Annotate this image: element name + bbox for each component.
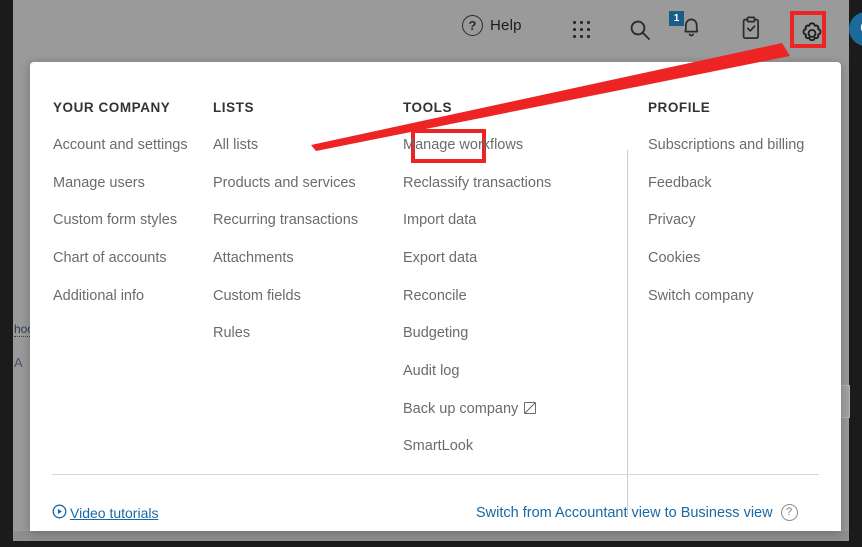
menu-column-your-company: YOUR COMPANY Account and settings Manage… (30, 62, 213, 474)
apps-grid-icon[interactable] (573, 21, 597, 39)
menu-item-budgeting[interactable]: Budgeting (403, 325, 618, 342)
help-label: Help (490, 17, 522, 34)
settings-mega-menu: YOUR COMPANY Account and settings Manage… (30, 62, 841, 531)
menu-item-rules[interactable]: Rules (213, 325, 403, 342)
notification-bell-icon[interactable]: 1 (669, 11, 703, 39)
menu-item-products-and-services[interactable]: Products and services (213, 175, 403, 192)
menu-item-manage-users[interactable]: Manage users (53, 175, 213, 192)
menu-item-attachments[interactable]: Attachments (213, 250, 403, 267)
menu-item-switch-company[interactable]: Switch company (648, 288, 841, 305)
column-heading: TOOLS (403, 100, 453, 115)
column-heading: PROFILE (648, 100, 711, 115)
window-edge-left (0, 0, 13, 531)
menu-item-import-data[interactable]: Import data (403, 212, 618, 229)
question-circle-icon[interactable]: ? (780, 504, 798, 521)
menu-item-back-up-company[interactable]: Back up company (403, 401, 618, 418)
help-button[interactable]: ? Help (462, 15, 522, 36)
menu-columns: YOUR COMPANY Account and settings Manage… (30, 62, 841, 474)
menu-item-manage-workflows[interactable]: Manage workflows (403, 137, 618, 154)
search-icon[interactable] (628, 18, 652, 42)
menu-item-custom-fields[interactable]: Custom fields (213, 288, 403, 305)
menu-item-feedback[interactable]: Feedback (648, 175, 841, 192)
menu-item-account-and-settings[interactable]: Account and settings (53, 137, 213, 154)
menu-item-chart-of-accounts[interactable]: Chart of accounts (53, 250, 213, 267)
video-tutorials-link[interactable]: Video tutorials (52, 504, 158, 522)
video-tutorials-label: Video tutorials (70, 505, 159, 521)
menu-item-all-lists[interactable]: All lists (213, 137, 403, 154)
clipboard-check-icon[interactable] (740, 16, 762, 42)
column-heading: YOUR COMPANY (53, 100, 171, 115)
gear-highlight-box (790, 11, 826, 48)
menu-item-custom-form-styles[interactable]: Custom form styles (53, 212, 213, 229)
notification-count-badge: 1 (669, 11, 684, 26)
menu-item-privacy[interactable]: Privacy (648, 212, 841, 229)
menu-item-additional-info[interactable]: Additional info (53, 288, 213, 305)
column-heading: LISTS (213, 100, 255, 115)
menu-footer: Video tutorials Switch from Accountant v… (30, 474, 841, 531)
menu-item-cookies[interactable]: Cookies (648, 250, 841, 267)
page-bottom-strip (13, 531, 849, 541)
switch-view-label: Switch from Accountant view to Business … (476, 504, 773, 521)
menu-item-reconcile[interactable]: Reconcile (403, 288, 618, 305)
question-circle-icon: ? (462, 15, 483, 36)
play-circle-icon (52, 504, 67, 522)
menu-column-profile: PROFILE Subscriptions and billing Feedba… (618, 62, 841, 474)
menu-item-subscriptions-and-billing[interactable]: Subscriptions and billing (648, 137, 841, 154)
menu-item-reclassify-transactions[interactable]: Reclassify transactions (403, 175, 618, 192)
menu-column-lists: LISTS All lists Products and services Re… (213, 62, 486, 474)
window-edge-right (849, 0, 862, 547)
screenshot-root: ? Help 1 hoo A YOUR COMPANY Account and … (0, 0, 862, 547)
menu-item-recurring-transactions[interactable]: Recurring transactions (213, 212, 403, 229)
menu-item-export-data[interactable]: Export data (403, 250, 618, 267)
gear-icon[interactable] (799, 20, 825, 52)
app-topbar: ? Help 1 (13, 0, 862, 58)
menu-column-tools: TOOLS Manage workflows Reclassify transa… (403, 62, 618, 474)
menu-item-smartlook[interactable]: SmartLook (403, 438, 618, 455)
switch-view-link[interactable]: Switch from Accountant view to Business … (476, 504, 798, 521)
column-divider (627, 150, 628, 515)
menu-item-audit-log[interactable]: Audit log (403, 363, 618, 380)
